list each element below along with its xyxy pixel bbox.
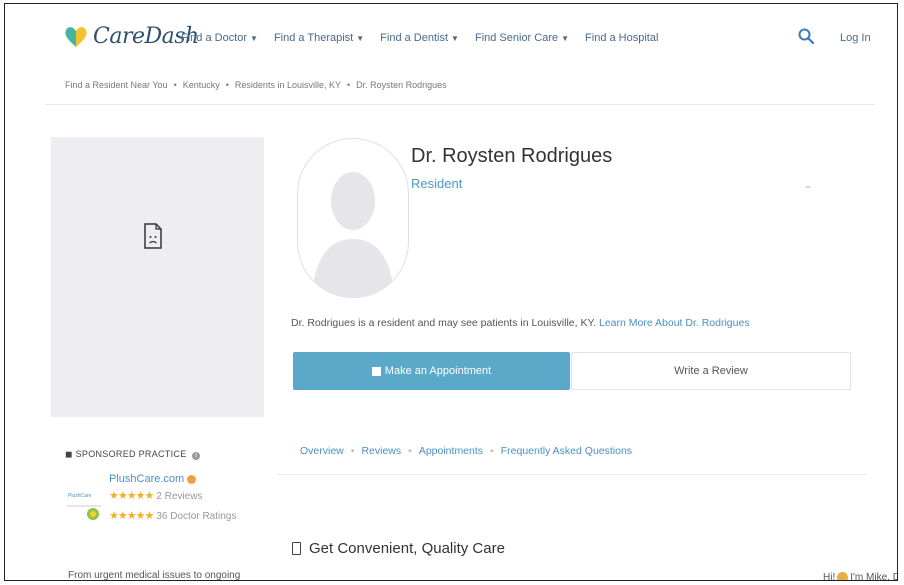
caret-down-icon: ▼ <box>250 34 258 43</box>
doctor-name: Dr. Roysten Rodrigues <box>411 145 613 167</box>
breadcrumb-item[interactable]: Kentucky <box>183 80 220 90</box>
doctor-avatar <box>297 138 409 298</box>
breadcrumb-item[interactable]: Find a Resident Near You <box>65 80 168 90</box>
phone-icon <box>292 542 301 555</box>
breadcrumb: Find a Resident Near You • Kentucky • Reside… <box>65 80 447 90</box>
share-icon[interactable]: ⌁ <box>805 182 811 193</box>
profile-tabs: Overview • Reviews • Appointments • Frequently… <box>300 445 632 457</box>
breadcrumb-separator: • <box>346 80 351 90</box>
heart-logo-icon <box>65 26 87 47</box>
calendar-icon <box>371 366 381 376</box>
doctor-bio: Dr. Rodrigues is a resident and may see … <box>291 317 750 329</box>
caret-down-icon: ▼ <box>356 34 365 43</box>
search-icon[interactable] <box>798 28 814 44</box>
breadcrumb-separator: • <box>173 80 177 90</box>
make-appointment-button[interactable]: Make an Appointment <box>293 352 570 390</box>
breadcrumb-current: Dr. Roysten Rodrigues <box>356 80 447 90</box>
nav-find-dentist[interactable]: Find a Dentist ▼ <box>380 32 459 44</box>
tab-separator: • <box>350 445 355 457</box>
login-link[interactable]: Log In <box>840 32 871 44</box>
plushcare-logo[interactable]: PlushCare <box>65 466 103 524</box>
practice-photo-placeholder <box>51 137 264 417</box>
breadcrumb-item[interactable]: Residents in Louisville, KY <box>235 80 341 90</box>
tab-overview[interactable]: Overview <box>300 445 344 457</box>
doctor-ratings-row: ★★★★★ 36 Doctor Ratings <box>109 510 237 522</box>
person-silhouette-icon <box>312 172 394 297</box>
main-nav: Find a Doctor ▼ Find a Therapist ▼ Find a … <box>181 32 674 44</box>
learn-more-link[interactable]: Learn More About Dr. Rodrigues <box>599 317 750 329</box>
tabs-divider <box>277 474 867 475</box>
breadcrumb-separator: • <box>225 80 229 90</box>
info-icon[interactable]: i <box>192 452 201 460</box>
caret-down-icon: ▼ <box>561 34 570 43</box>
nav-find-doctor[interactable]: Find a Doctor ▼ <box>181 32 258 44</box>
pin-icon: ◼ <box>65 449 73 459</box>
tab-separator: • <box>408 445 412 457</box>
tab-reviews[interactable]: Reviews <box>361 445 401 457</box>
practice-reviews-row: ★★★★★ 2 Reviews <box>109 490 203 502</box>
verified-badge-icon <box>187 474 197 484</box>
caret-down-icon: ▼ <box>451 34 459 43</box>
page-frame: CareDash Find a Doctor ▼ Find a Therapist… <box>4 3 898 581</box>
chat-avatar-icon <box>837 572 849 580</box>
caredash-logo[interactable]: CareDash <box>63 24 199 49</box>
nav-find-therapist[interactable]: Find a Therapist ▼ <box>274 32 364 44</box>
sponsored-description: From urgent medical issues to ongoing <box>68 570 241 581</box>
nav-find-senior-care[interactable]: Find Senior Care ▼ <box>475 32 569 44</box>
broken-image-icon <box>144 223 162 249</box>
sponsored-practice-name[interactable]: PlushCare.com <box>109 473 197 485</box>
tab-faq[interactable]: Frequently Asked Questions <box>501 445 632 457</box>
doctor-specialty[interactable]: Resident <box>411 176 462 191</box>
sponsored-heading: ◼ SPONSORED PRACTICE i <box>65 449 201 460</box>
tab-appointments[interactable]: Appointments <box>419 445 483 457</box>
section-heading: Get Convenient, Quality Care <box>292 540 505 557</box>
tab-separator: • <box>490 445 494 457</box>
site-header: CareDash Find a Doctor ▼ Find a Therapist… <box>5 4 897 90</box>
nav-find-hospital[interactable]: Find a Hospital <box>585 32 658 44</box>
svg-text:PlushCare: PlushCare <box>68 493 92 499</box>
star-rating-icon: ★★★★★ <box>109 490 154 502</box>
write-review-button[interactable]: Write a Review <box>571 352 851 390</box>
star-rating-icon: ★★★★★ <box>109 510 154 522</box>
chat-widget-teaser[interactable]: Hi! I'm Mike. Do you <box>823 572 897 580</box>
header-divider <box>45 104 875 105</box>
